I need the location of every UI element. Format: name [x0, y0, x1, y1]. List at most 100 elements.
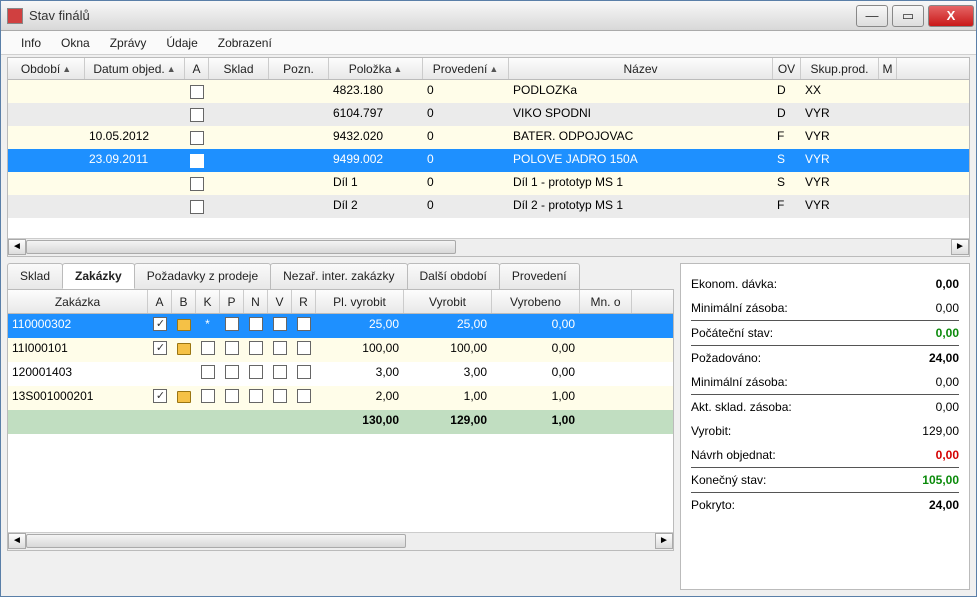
menu-okna[interactable]: Okna — [51, 32, 100, 54]
checkbox-icon[interactable] — [190, 108, 204, 122]
col-ov[interactable]: OV — [773, 58, 801, 79]
scroll-track[interactable] — [26, 533, 655, 550]
scroll-track[interactable] — [26, 239, 951, 256]
col-a[interactable]: A — [148, 290, 172, 313]
checkbox-icon[interactable] — [225, 365, 239, 379]
tab-dal-obdob-[interactable]: Další období — [407, 263, 500, 289]
menu-zobrazeni[interactable]: Zobrazení — [208, 32, 282, 54]
checkbox-icon[interactable] — [273, 341, 287, 355]
checkbox-icon[interactable] — [297, 365, 311, 379]
checkbox-icon[interactable] — [249, 365, 263, 379]
sort-icon: ▲ — [62, 64, 71, 74]
checkbox-icon[interactable] — [297, 317, 311, 331]
info-value: 24,00 — [929, 351, 959, 365]
checkbox-icon[interactable] — [273, 317, 287, 331]
col-polozka[interactable]: Položka▲ — [329, 58, 423, 79]
checkbox-icon[interactable] — [249, 317, 263, 331]
folder-icon[interactable] — [177, 391, 191, 403]
col-mno[interactable]: Mn. o — [580, 290, 632, 313]
checkbox-icon[interactable] — [153, 317, 167, 331]
table-row[interactable]: 11I000101100,00100,000,00 — [8, 338, 673, 362]
col-provedeni[interactable]: Provedení▲ — [423, 58, 509, 79]
checkbox-icon[interactable] — [190, 154, 204, 168]
menu-udaje[interactable]: Údaje — [156, 32, 207, 54]
tab-po-adavky-z-prodeje[interactable]: Požadavky z prodeje — [134, 263, 271, 289]
checkbox-icon[interactable] — [225, 317, 239, 331]
checkbox-icon[interactable] — [297, 341, 311, 355]
sort-icon: ▲ — [489, 64, 498, 74]
col-b[interactable]: B — [172, 290, 196, 313]
table-row[interactable]: 4823.1800PODLOZKaDXX — [8, 80, 969, 103]
col-skup[interactable]: Skup.prod. — [801, 58, 879, 79]
checkbox-icon[interactable] — [190, 177, 204, 191]
checkbox-icon[interactable] — [225, 389, 239, 403]
checkbox-icon[interactable] — [190, 131, 204, 145]
info-row: Ekonom. dávka:0,00 — [691, 272, 959, 296]
col-nazev[interactable]: Název — [509, 58, 773, 79]
checkbox-icon[interactable] — [249, 341, 263, 355]
minimize-button[interactable]: — — [856, 5, 888, 27]
scroll-thumb[interactable] — [26, 240, 456, 254]
col-k[interactable]: K — [196, 290, 220, 313]
upper-hscrollbar[interactable]: ◄ ► — [8, 238, 969, 256]
maximize-button[interactable]: ▭ — [892, 5, 924, 27]
table-row[interactable]: 110000302*25,0025,000,00 — [8, 314, 673, 338]
table-row[interactable]: Díl 20Díl 2 - prototyp MS 1FVYR — [8, 195, 969, 218]
folder-icon[interactable] — [177, 343, 191, 355]
scroll-left-icon[interactable]: ◄ — [8, 533, 26, 549]
checkbox-icon[interactable] — [273, 365, 287, 379]
info-value: 0,00 — [936, 301, 959, 315]
tab-neza-inter-zak-zky[interactable]: Nezař. inter. zakázky — [270, 263, 407, 289]
table-row[interactable]: Díl 10Díl 1 - prototyp MS 1SVYR — [8, 172, 969, 195]
col-r[interactable]: R — [292, 290, 316, 313]
checkbox-icon[interactable] — [201, 389, 215, 403]
checkbox-icon[interactable] — [273, 389, 287, 403]
col-zakazka[interactable]: Zakázka — [8, 290, 148, 313]
menu-info[interactable]: Info — [11, 32, 51, 54]
col-m[interactable]: M — [879, 58, 897, 79]
table-row[interactable]: 6104.7970VIKO SPODNIDVYR — [8, 103, 969, 126]
col-datum[interactable]: Datum objed.▲ — [85, 58, 185, 79]
lower-hscrollbar[interactable]: ◄ ► — [8, 532, 673, 550]
col-pl-vyrobit[interactable]: Pl. vyrobit — [316, 290, 404, 313]
checkbox-icon[interactable] — [190, 200, 204, 214]
col-pozn[interactable]: Pozn. — [269, 58, 329, 79]
close-button[interactable]: X — [928, 5, 974, 27]
checkbox-icon[interactable] — [225, 341, 239, 355]
scroll-right-icon[interactable]: ► — [655, 533, 673, 549]
checkbox-icon[interactable] — [153, 389, 167, 403]
checkbox-icon[interactable] — [153, 341, 167, 355]
col-vyrobeno[interactable]: Vyrobeno — [492, 290, 580, 313]
col-obdobi[interactable]: Období▲ — [8, 58, 85, 79]
checkbox-icon[interactable] — [201, 365, 215, 379]
col-p[interactable]: P — [220, 290, 244, 313]
upper-grid-body: 4823.1800PODLOZKaDXX6104.7970VIKO SPODNI… — [8, 80, 969, 238]
checkbox-icon[interactable] — [297, 389, 311, 403]
menu-zpravy[interactable]: Zprávy — [100, 32, 157, 54]
info-value: 0,00 — [936, 400, 959, 414]
info-row: Počáteční stav:0,00 — [691, 321, 959, 346]
col-v[interactable]: V — [268, 290, 292, 313]
info-label: Návrh objednat: — [691, 448, 776, 462]
table-row[interactable]: 10.05.20129432.0200BATER. ODPOJOVACFVYR — [8, 126, 969, 149]
info-panel: Ekonom. dávka:0,00Minimální zásoba:0,00P… — [680, 263, 970, 590]
info-label: Pokryto: — [691, 498, 735, 512]
col-vyrobit[interactable]: Vyrobit — [404, 290, 492, 313]
col-n[interactable]: N — [244, 290, 268, 313]
tab-proveden-[interactable]: Provedení — [499, 263, 580, 289]
folder-icon[interactable] — [177, 319, 191, 331]
checkbox-icon[interactable] — [201, 341, 215, 355]
checkbox-icon[interactable] — [249, 389, 263, 403]
info-row: Požadováno:24,00 — [691, 346, 959, 370]
table-row[interactable]: 13S0010002012,001,001,00 — [8, 386, 673, 410]
scroll-thumb[interactable] — [26, 534, 406, 548]
table-row[interactable]: 23.09.20119499.0020POLOVE JADRO 150ASVYR — [8, 149, 969, 172]
tab-sklad[interactable]: Sklad — [7, 263, 63, 289]
col-a[interactable]: A — [185, 58, 209, 79]
checkbox-icon[interactable] — [190, 85, 204, 99]
table-row[interactable]: 1200014033,003,000,00 — [8, 362, 673, 386]
col-sklad[interactable]: Sklad — [209, 58, 269, 79]
scroll-right-icon[interactable]: ► — [951, 239, 969, 255]
scroll-left-icon[interactable]: ◄ — [8, 239, 26, 255]
tab-zak-zky[interactable]: Zakázky — [62, 263, 135, 289]
